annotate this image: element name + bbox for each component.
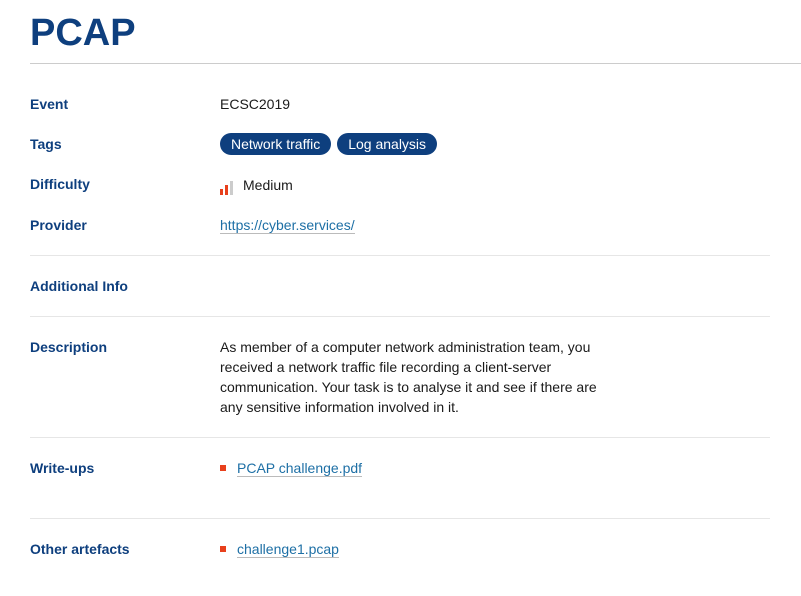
tag-log-analysis[interactable]: Log analysis	[337, 133, 438, 155]
divider	[30, 437, 770, 438]
difficulty-label: Difficulty	[30, 176, 90, 192]
writeup-link[interactable]: PCAP challenge.pdf	[237, 460, 363, 477]
divider	[30, 255, 770, 256]
provider-label: Provider	[30, 217, 87, 233]
description-text: As member of a computer network administ…	[220, 339, 597, 415]
artefact-link[interactable]: challenge1.pcap	[237, 541, 339, 558]
page-title: PCAP	[30, 12, 136, 54]
provider-link[interactable]: https://cyber.services/	[220, 217, 355, 234]
artefacts-label: Other artefacts	[30, 541, 130, 557]
title-divider	[30, 63, 801, 64]
event-label: Event	[30, 96, 69, 112]
description-label: Description	[30, 339, 108, 355]
tag-network-traffic[interactable]: Network traffic	[220, 133, 332, 155]
divider	[30, 316, 770, 317]
divider	[30, 518, 770, 519]
event-value: ECSC2019	[220, 96, 291, 112]
difficulty-bars-icon	[220, 179, 235, 195]
writeups-label: Write-ups	[30, 460, 95, 476]
tags-list: Network traffic Log analysis	[220, 133, 443, 155]
difficulty-value: Medium	[220, 177, 293, 195]
additional-info-label: Additional Info	[30, 278, 128, 294]
difficulty-text: Medium	[243, 177, 293, 193]
bullet-icon	[220, 465, 226, 471]
tags-label: Tags	[30, 136, 62, 152]
bullet-icon	[220, 546, 226, 552]
